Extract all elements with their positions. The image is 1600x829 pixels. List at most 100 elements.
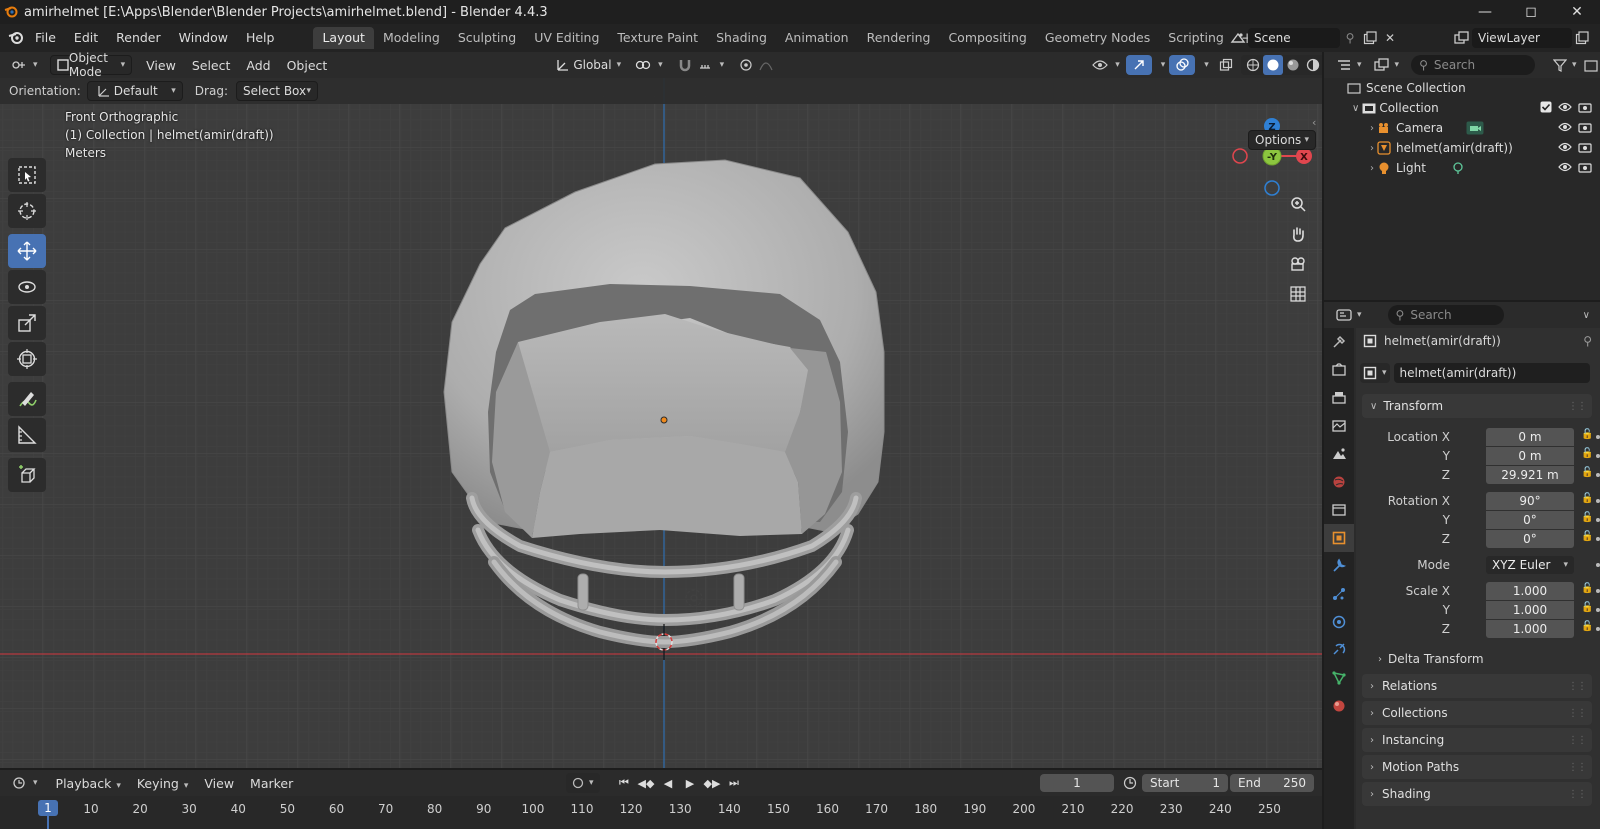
next-keyframe-icon[interactable]: ◆▶ <box>702 773 722 793</box>
lock-icon[interactable]: 🔓 <box>1581 512 1593 523</box>
view-layer-icon[interactable] <box>1452 28 1472 48</box>
3d-viewport[interactable]: ▾ Object Mode ▾ View Select Add Object Gl… <box>0 52 1322 768</box>
pan-hand-icon[interactable] <box>1284 220 1312 248</box>
play-reverse-icon[interactable]: ◀ <box>658 773 678 793</box>
outliner-item-camera[interactable]: › Camera <box>1324 118 1600 138</box>
lock-icon[interactable]: 🔓 <box>1581 467 1593 478</box>
camera-view-icon[interactable] <box>1284 250 1312 278</box>
jump-start-icon[interactable]: ⏮ <box>614 773 634 793</box>
measure-tool[interactable] <box>8 418 46 452</box>
menu-select[interactable]: Select <box>184 58 239 73</box>
transform-panel-header[interactable]: ∨ Transform ⋮⋮ <box>1362 394 1592 418</box>
constraints-tab-icon[interactable] <box>1324 636 1354 664</box>
preview-range-icon[interactable] <box>1120 773 1140 793</box>
keyframe-dot-icon[interactable] <box>1596 518 1600 522</box>
lock-icon[interactable]: 🔓 <box>1581 531 1593 542</box>
tab-geometry-nodes[interactable]: Geometry Nodes <box>1036 27 1159 49</box>
collapse-chevron-icon[interactable]: ∨ <box>1352 103 1359 114</box>
remove-scene-icon[interactable]: ✕ <box>1380 28 1400 48</box>
tab-layout[interactable]: Layout <box>313 27 374 49</box>
select-box-tool[interactable] <box>8 158 46 192</box>
timeline-marker-menu[interactable]: Marker <box>242 776 301 791</box>
start-frame-field[interactable]: Start 1 <box>1142 774 1228 792</box>
scene-tab-icon[interactable] <box>1324 440 1354 468</box>
outliner-item-light[interactable]: › Light <box>1324 158 1600 178</box>
tab-modeling[interactable]: Modeling <box>374 27 449 49</box>
tab-texture-paint[interactable]: Texture Paint <box>608 27 707 49</box>
transform-orientation-dropdown[interactable]: Global ▾ <box>547 55 627 75</box>
add-cube-tool[interactable] <box>8 458 46 492</box>
eye-icon[interactable] <box>1558 161 1572 176</box>
menu-edit[interactable]: Edit <box>65 24 107 52</box>
keyframe-dot-icon[interactable] <box>1596 537 1600 541</box>
end-frame-field[interactable]: End 250 <box>1230 774 1314 792</box>
location-y-field[interactable]: 0 m <box>1486 447 1574 465</box>
current-frame-field[interactable]: 1 <box>1040 774 1114 792</box>
overlays-toggle[interactable] <box>1169 55 1196 75</box>
outliner-editor-type-icon[interactable]: ▾ <box>1330 55 1368 75</box>
collection-row[interactable]: ∨ Collection <box>1324 98 1600 118</box>
move-tool[interactable] <box>8 234 46 268</box>
orientation-dropdown[interactable]: Default ▾ <box>86 81 183 101</box>
scene-icon[interactable] <box>1228 28 1248 48</box>
keyframe-dot-icon[interactable] <box>1596 563 1600 567</box>
menu-object[interactable]: Object <box>279 58 336 73</box>
timeline-view-menu[interactable]: View <box>196 776 242 791</box>
scene-collection-row[interactable]: Scene Collection <box>1324 78 1600 98</box>
mode-dropdown[interactable]: Object Mode ▾ <box>49 52 133 79</box>
menu-add[interactable]: Add <box>238 58 278 73</box>
rotation-x-field[interactable]: 90° <box>1486 492 1574 510</box>
material-shading-icon[interactable] <box>1283 55 1303 75</box>
collections-panel-header[interactable]: › Collections ⋮⋮ <box>1362 701 1592 725</box>
filter-dropdown[interactable]: ▾ <box>1547 55 1583 75</box>
pin-icon[interactable]: ⚲ <box>1583 334 1592 348</box>
object-tab-icon[interactable] <box>1324 524 1354 552</box>
transform-tool[interactable] <box>8 342 46 376</box>
pin-icon[interactable]: ⚲ <box>1340 28 1360 48</box>
camera-data-icon[interactable] <box>1465 118 1485 138</box>
zoom-icon[interactable] <box>1284 190 1312 218</box>
cursor-tool[interactable] <box>8 194 46 228</box>
light-data-icon[interactable] <box>1448 158 1468 178</box>
gizmo-toggle[interactable] <box>1125 55 1152 75</box>
render-camera-icon[interactable] <box>1578 101 1592 116</box>
keyframe-dot-icon[interactable] <box>1596 608 1600 612</box>
material-tab-icon[interactable] <box>1324 692 1354 720</box>
outliner-item-helmet[interactable]: › helmet(amir(draft)) <box>1324 138 1600 158</box>
navigation-gizmo[interactable]: Z X -Y <box>1230 114 1314 198</box>
properties-search-input[interactable]: ⚲ Search <box>1387 305 1504 325</box>
perspective-toggle-icon[interactable] <box>1284 280 1312 308</box>
scene-name-field[interactable]: Scene <box>1248 28 1340 48</box>
rotation-z-field[interactable]: 0° <box>1486 530 1574 548</box>
eye-icon[interactable] <box>1558 141 1572 156</box>
overlays-dropdown[interactable]: ▾ <box>1195 55 1213 75</box>
view-layer-tab-icon[interactable] <box>1324 412 1354 440</box>
display-mode-dropdown[interactable]: ▾ <box>1368 55 1406 75</box>
object-name-field[interactable]: helmet(amir(draft)) <box>1393 363 1590 383</box>
scale-tool[interactable] <box>8 306 46 340</box>
rotate-tool[interactable] <box>8 270 46 304</box>
world-tab-icon[interactable] <box>1324 468 1354 496</box>
keyframe-dot-icon[interactable] <box>1596 473 1600 477</box>
tab-shading[interactable]: Shading <box>707 27 776 49</box>
drag-handle-icon[interactable]: ⋮⋮ <box>1568 735 1587 746</box>
physics-tab-icon[interactable] <box>1324 608 1354 636</box>
drag-handle-icon[interactable]: ⋮⋮ <box>1568 762 1587 773</box>
shading-panel-header[interactable]: › Shading ⋮⋮ <box>1362 782 1592 806</box>
xray-toggle[interactable] <box>1213 55 1239 75</box>
include-checkbox-icon[interactable] <box>1540 101 1552 116</box>
eye-icon[interactable] <box>1558 121 1572 136</box>
drag-handle-icon[interactable]: ⋮⋮ <box>1568 681 1587 692</box>
render-camera-icon[interactable] <box>1578 121 1592 136</box>
close-icon[interactable]: ✕ <box>1554 0 1600 24</box>
menu-file[interactable]: File <box>26 24 65 52</box>
motion-paths-panel-header[interactable]: › Motion Paths ⋮⋮ <box>1362 755 1592 779</box>
pivot-point-dropdown[interactable]: ▾ <box>627 55 669 75</box>
tab-rendering[interactable]: Rendering <box>858 27 940 49</box>
drag-handle-icon[interactable]: ⋮⋮ <box>1568 789 1587 800</box>
sidebar-toggle-icon[interactable]: ‹ <box>1312 116 1316 129</box>
prev-keyframe-icon[interactable]: ◀◆ <box>636 773 656 793</box>
new-scene-icon[interactable] <box>1360 28 1380 48</box>
tab-uv-editing[interactable]: UV Editing <box>525 27 608 49</box>
lock-icon[interactable]: 🔓 <box>1581 429 1593 440</box>
